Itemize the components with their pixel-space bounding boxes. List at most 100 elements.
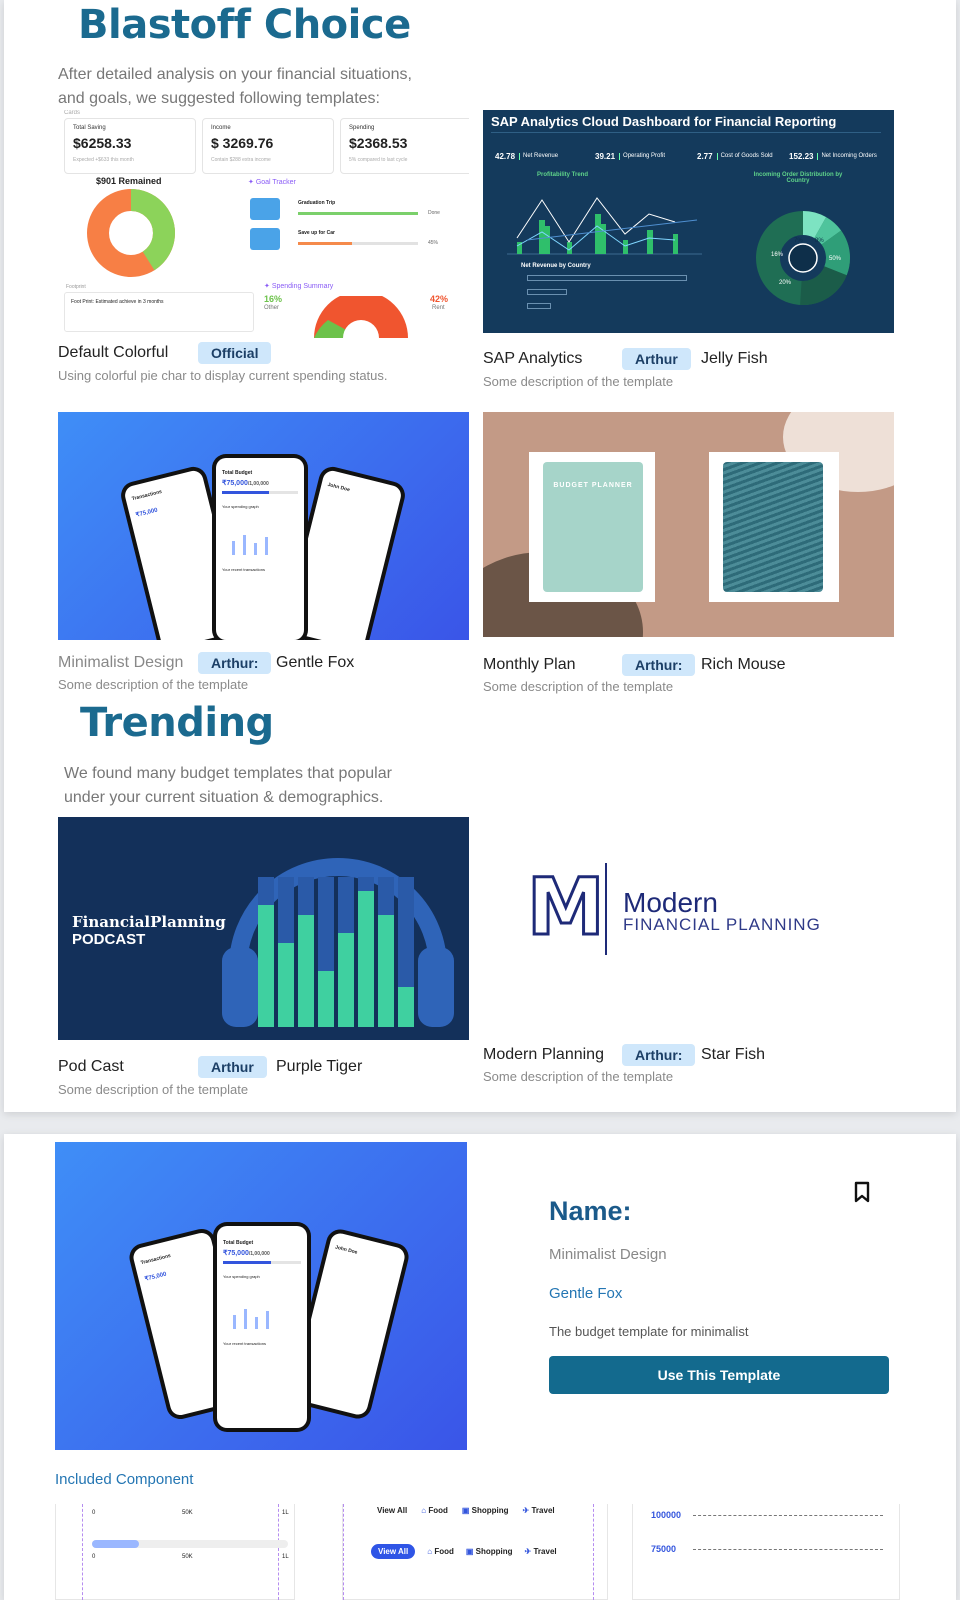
- template-name-minimalist-design[interactable]: Minimalist Design: [58, 654, 183, 672]
- distribution-donut-chart: 8% 7% 16% 20% 50%: [756, 211, 850, 305]
- phone-title: Total Budget: [223, 1240, 254, 1246]
- template-thumb-modern-planning[interactable]: M Modern FINANCIAL PLANNING: [483, 817, 894, 1040]
- rent-label: Rent: [432, 305, 445, 311]
- filter-view-all[interactable]: View All: [377, 1506, 407, 1515]
- shopping-icon: ▣: [465, 1547, 474, 1556]
- kpi-net-revenue: 42.78 Net Revenue: [495, 147, 558, 165]
- pie-label-16: 16%: [771, 252, 784, 258]
- saving-label: Total Saving: [73, 125, 106, 131]
- author-badge: Arthur:: [198, 652, 272, 674]
- spending-summary-pie: [314, 296, 408, 338]
- choice-title: Blastoff Choice: [78, 2, 411, 48]
- template-thumb-monthly-plan[interactable]: BUDGET PLANNER: [483, 412, 894, 637]
- filter-view-all-active[interactable]: View All: [371, 1544, 416, 1559]
- template-thumb-default-colorful[interactable]: Cards Total Saving $6258.33 Expected +$6…: [58, 110, 469, 338]
- food-icon: ⌂: [421, 1506, 427, 1515]
- filter-travel[interactable]: ✈ Travel: [525, 1547, 557, 1556]
- kpi-label: Operating Profit: [619, 152, 665, 160]
- axis-value-1: 100000: [651, 1510, 682, 1520]
- pie-label-20: 20%: [779, 280, 792, 286]
- phone-amount-sub: /1,00,000: [248, 1251, 270, 1257]
- rent-pct: 42%: [430, 294, 449, 304]
- trending-subtitle-line2: under your current situation & demograph…: [64, 789, 384, 806]
- filter-travel-label: Travel: [531, 1506, 555, 1515]
- template-thumb-minimalist-design[interactable]: Transactions ₹75,000 John Doe Total Budg…: [58, 412, 469, 640]
- official-badge: Official: [198, 342, 272, 364]
- pie-label-50: 50%: [829, 256, 842, 262]
- footprint-label: Footprint: [66, 284, 86, 290]
- author-badge: Arthur: [622, 348, 691, 370]
- template-name-modern-planning[interactable]: Modern Planning: [483, 1046, 604, 1064]
- modern-logo-word: Modern: [623, 887, 718, 918]
- budget-slider[interactable]: [92, 1540, 288, 1548]
- choice-subtitle: After detailed analysis on your financia…: [58, 63, 412, 111]
- author-name-rich-mouse[interactable]: Rich Mouse: [701, 656, 785, 674]
- trending-subtitle-line1: We found many budget templates that popu…: [64, 765, 392, 782]
- pie-label-8: 8%: [815, 238, 824, 244]
- template-description: The budget template for minimalist: [549, 1324, 749, 1339]
- income-card: Income $ 3269.76 Contain $288 extra inco…: [202, 118, 334, 174]
- template-thumb-sap-analytics[interactable]: SAP Analytics Cloud Dashboard for Financ…: [483, 110, 894, 333]
- goal-tracker-title: ✦ Goal Tracker: [248, 179, 296, 186]
- phone-graph-label: Your spending graph: [222, 504, 259, 509]
- author-link[interactable]: Gentle Fox: [549, 1285, 622, 1302]
- phone-recent-label: Your recent transactions: [223, 1341, 266, 1346]
- income-note: Contain $288 extra income: [211, 157, 271, 163]
- slider-max: 1L: [282, 1554, 289, 1560]
- phone-amount: ₹75,000: [222, 480, 248, 487]
- filter-shopping[interactable]: ▣ Shopping: [466, 1547, 513, 1556]
- planner-frame-left: BUDGET PLANNER: [529, 452, 655, 602]
- template-desc-podcast: Some description of the template: [58, 1082, 249, 1097]
- author-name-gentle-fox[interactable]: Gentle Fox: [276, 654, 354, 672]
- kpi-value: 152.23: [789, 151, 814, 161]
- template-name-podcast[interactable]: Pod Cast: [58, 1058, 124, 1076]
- template-thumb-podcast[interactable]: FinancialPlanning PODCAST: [58, 817, 469, 1040]
- guide-line: [82, 1504, 83, 1600]
- spending-card: Spending $2368.53 5% compared to last cy…: [340, 118, 469, 174]
- planner-cover-text: BUDGET PLANNER: [553, 482, 633, 489]
- use-template-button[interactable]: Use This Template: [549, 1356, 889, 1394]
- goal-status-car: 45%: [428, 240, 439, 246]
- planner-frame-right: [709, 452, 839, 602]
- filter-food[interactable]: ⌂ Food: [427, 1547, 454, 1556]
- template-name-sap-analytics[interactable]: SAP Analytics: [483, 350, 582, 368]
- goal-label-car: Save up for Car: [298, 230, 335, 236]
- author-name-star-fish[interactable]: Star Fish: [701, 1046, 765, 1064]
- kpi-label: Cost of Goods Sold: [716, 152, 773, 160]
- income-label: Income: [211, 125, 231, 131]
- distribution-title: Incoming Order Distribution by Country: [753, 172, 843, 184]
- filter-food-label: Food: [434, 1547, 454, 1556]
- filter-food[interactable]: ⌂ Food: [421, 1506, 448, 1515]
- guide-line: [593, 1504, 594, 1600]
- gridline: [693, 1515, 883, 1516]
- name-label: Name:: [549, 1196, 632, 1226]
- kpi-operating-profit: 39.21 Operating Profit: [595, 147, 665, 165]
- phone-amount: ₹75,000: [223, 1250, 249, 1257]
- template-name-default-colorful[interactable]: Default Colorful: [58, 344, 168, 362]
- filter-shopping-label: Shopping: [475, 1547, 513, 1556]
- author-badge: Arthur: [198, 1056, 267, 1078]
- filter-travel-label: Travel: [533, 1547, 557, 1556]
- author-name-jelly-fish[interactable]: Jelly Fish: [701, 350, 768, 368]
- slider-mid: 50K: [182, 1510, 193, 1516]
- bookmark-button[interactable]: [851, 1180, 873, 1206]
- template-desc-minimalist-design: Some description of the template: [58, 677, 249, 692]
- filter-travel[interactable]: ✈ Travel: [523, 1506, 555, 1515]
- filter-shopping[interactable]: ▣ Shopping: [462, 1506, 509, 1515]
- phone-recent-label: Your recent transactions: [222, 567, 265, 572]
- kpi-value: 39.21: [595, 151, 616, 161]
- other-pct: 16%: [264, 294, 283, 304]
- slider-max: 1L: [282, 1510, 289, 1516]
- other-label: Other: [264, 305, 280, 311]
- sap-dashboard-title: SAP Analytics Cloud Dashboard for Financ…: [491, 114, 837, 129]
- author-name-purple-tiger[interactable]: Purple Tiger: [276, 1058, 362, 1076]
- template-desc-monthly-plan: Some description of the template: [483, 679, 674, 694]
- kpi-incoming-orders: 152.23 Net Incoming Orders: [789, 147, 877, 165]
- trending-title: Trending: [80, 700, 274, 746]
- template-name-monthly-plan[interactable]: Monthly Plan: [483, 656, 576, 674]
- country-bar-2: [527, 289, 567, 295]
- spending-note: 5% compared to last cycle: [349, 157, 408, 163]
- logo-divider: [605, 863, 607, 955]
- headphones-graphic: [222, 858, 454, 1027]
- phone-right-name: John Doe: [334, 1244, 358, 1256]
